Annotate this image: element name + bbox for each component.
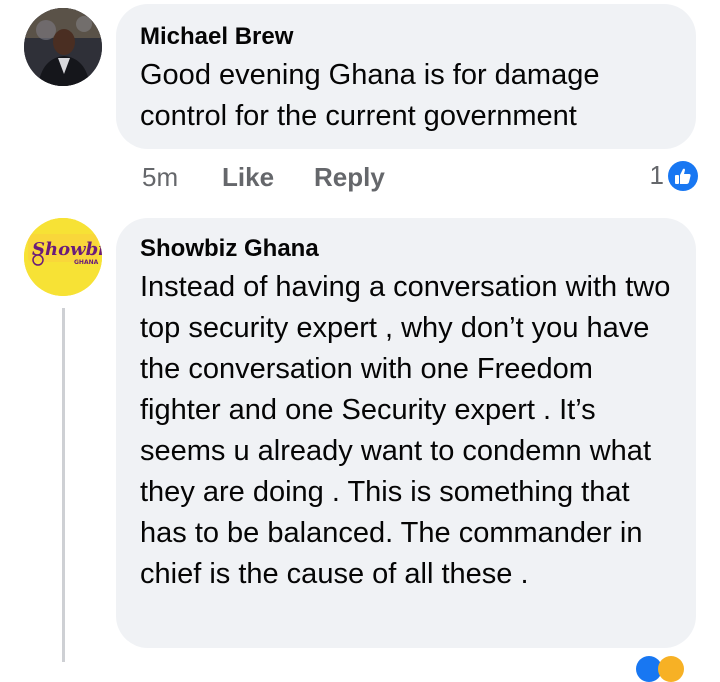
like-button[interactable]: Like bbox=[222, 160, 274, 194]
reply-thread-line bbox=[62, 308, 65, 662]
reply-button[interactable]: Reply bbox=[314, 160, 385, 194]
comment-bubble: Showbiz Ghana Instead of having a conver… bbox=[116, 218, 696, 648]
showbiz-ghana-logo: Showbiz GHANA bbox=[24, 218, 102, 296]
haha-reaction-icon bbox=[658, 656, 684, 682]
comment-timestamp[interactable]: 5m bbox=[142, 160, 222, 194]
comment-actions: 5m Like Reply bbox=[142, 160, 425, 194]
reaction-count: 1 bbox=[649, 160, 664, 190]
comment-text: Instead of having a conversation with tw… bbox=[140, 271, 671, 590]
comment-author[interactable]: Michael Brew bbox=[140, 22, 672, 52]
thumbs-up-icon bbox=[668, 160, 698, 191]
svg-text:GHANA: GHANA bbox=[74, 259, 99, 266]
comment-text: Good evening Ghana is for damage control… bbox=[140, 59, 600, 132]
avatar-showbiz-ghana[interactable]: Showbiz GHANA bbox=[24, 218, 102, 296]
comment-bubble: Michael Brew Good evening Ghana is for d… bbox=[116, 4, 696, 149]
avatar-michael-brew[interactable] bbox=[24, 8, 102, 86]
comment-author[interactable]: Showbiz Ghana bbox=[140, 234, 672, 264]
profile-photo bbox=[24, 8, 102, 86]
reaction-summary[interactable]: 1 bbox=[650, 160, 698, 191]
